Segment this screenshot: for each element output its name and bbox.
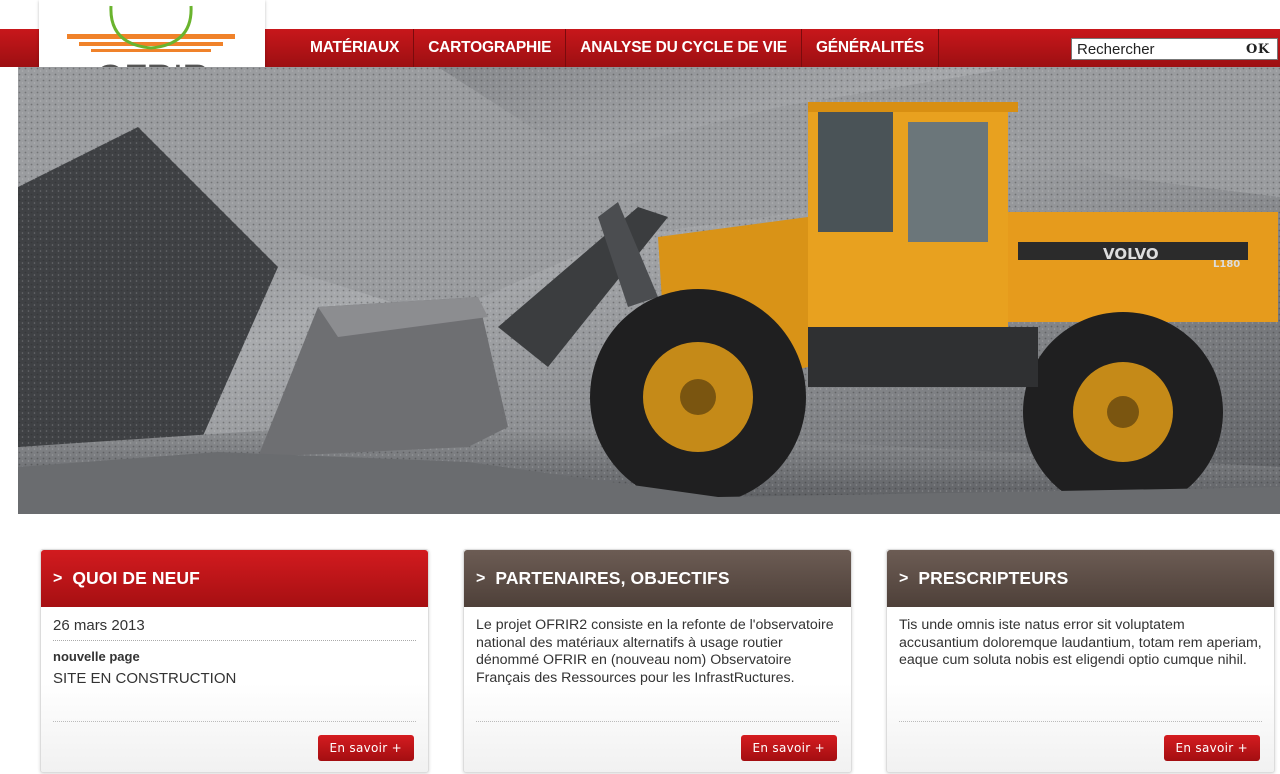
card-divider (476, 721, 839, 722)
news-title[interactable]: nouvelle page (53, 649, 416, 664)
card-body: Tis unde omnis iste natus error sit volu… (887, 607, 1274, 670)
card-title: PARTENAIRES, OBJECTIFS (495, 568, 730, 588)
card-body: Le projet OFRIR2 consiste en la refonte … (464, 607, 851, 687)
card-prescripteurs: > PRESCRIPTEURS Tis unde omnis iste natu… (886, 549, 1275, 773)
en-savoir-plus-button[interactable]: En savoir + (740, 735, 837, 761)
news-text: SITE EN CONSTRUCTION (53, 670, 237, 687)
card-header: > PRESCRIPTEURS (887, 550, 1274, 607)
card-partenaires-objectifs: > PARTENAIRES, OBJECTIFS Le projet OFRIR… (463, 549, 852, 773)
wheel-loader-illustration: VOLVO L180 (18, 67, 1280, 514)
chevron-right-icon: > (476, 569, 486, 587)
en-savoir-plus-button[interactable]: En savoir + (317, 735, 414, 761)
card-divider (53, 721, 416, 722)
card-body: 26 mars 2013 nouvelle page SITE EN CONST… (41, 607, 428, 687)
svg-text:VOLVO: VOLVO (1103, 245, 1159, 263)
nav-item-cartographie[interactable]: CARTOGRAPHIE (414, 29, 567, 67)
svg-text:L180: L180 (1213, 259, 1240, 270)
news-date: 26 mars 2013 (53, 617, 416, 641)
hero-banner: VOLVO L180 (18, 67, 1280, 514)
chevron-right-icon: > (53, 569, 63, 587)
card-title: QUOI DE NEUF (72, 568, 200, 588)
card-quoi-de-neuf: > QUOI DE NEUF 26 mars 2013 nouvelle pag… (40, 549, 429, 773)
nav-item-materiaux[interactable]: MATÉRIAUX (296, 29, 415, 67)
card-text: Tis unde omnis iste natus error sit volu… (899, 617, 1262, 668)
card-header: > PARTENAIRES, OBJECTIFS (464, 550, 851, 607)
search-box: OK (1071, 38, 1278, 60)
card-header: > QUOI DE NEUF (41, 550, 428, 607)
card-divider (899, 721, 1262, 722)
chevron-right-icon: > (899, 569, 909, 587)
card-title: PRESCRIPTEURS (918, 568, 1069, 588)
search-ok-button[interactable]: OK (1246, 42, 1270, 57)
en-savoir-plus-button[interactable]: En savoir + (1163, 735, 1260, 761)
nav-item-generalites[interactable]: GÉNÉRALITÉS (802, 29, 939, 67)
nav-menu: MATÉRIAUX CARTOGRAPHIE ANALYSE DU CYCLE … (296, 29, 939, 67)
card-text: Le projet OFRIR2 consiste en la refonte … (476, 617, 834, 686)
search-input[interactable] (1072, 39, 1242, 59)
nav-item-analyse-cycle-de-vie[interactable]: ANALYSE DU CYCLE DE VIE (566, 29, 802, 67)
